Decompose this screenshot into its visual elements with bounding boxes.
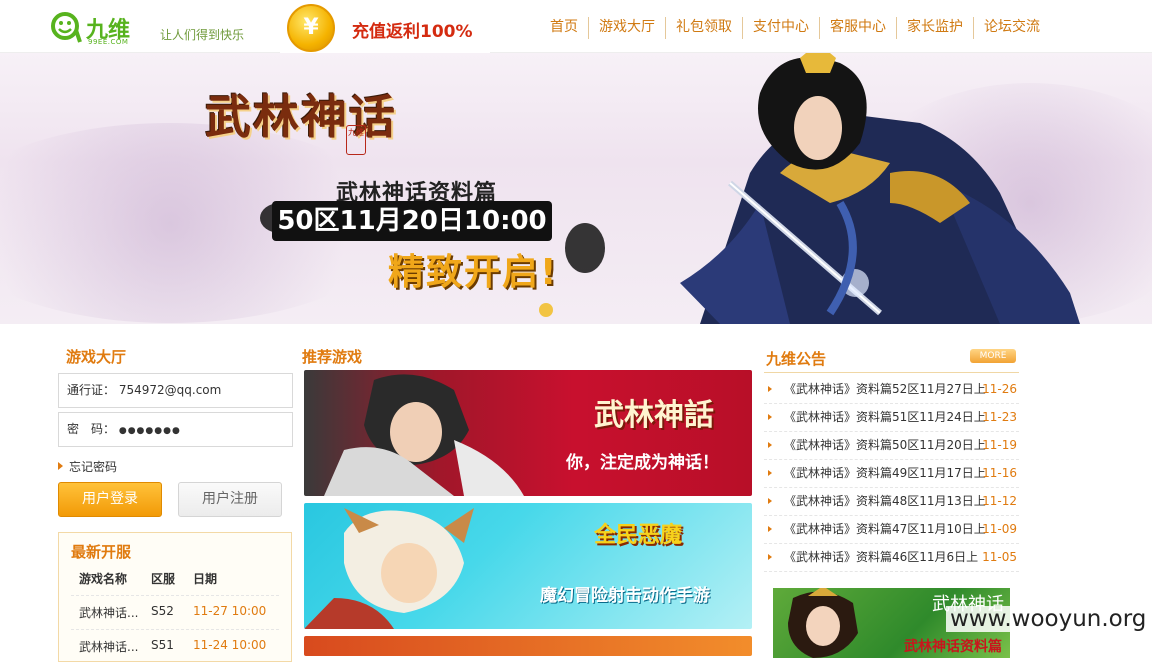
section-title-recommend: 推荐游戏 (302, 348, 363, 366)
main-nav: 首页 游戏大厅 礼包领取 支付中心 客服中心 家长监护 论坛交流 (540, 17, 1050, 39)
announcement-date: 11-09 (982, 522, 1017, 536)
register-button[interactable]: 用户注册 (178, 482, 282, 517)
smiley-logo-icon (51, 12, 82, 43)
wulin-character-art (324, 374, 524, 496)
demon-logo: 全民恶魔 (594, 522, 683, 548)
announcement-title: 《武林神话》资料篇51区11月24日上 (784, 410, 986, 424)
hero-character-illustration (680, 53, 1080, 324)
announcement-item[interactable]: 《武林神话》资料篇52区11月27日上 11-26 (764, 376, 1019, 404)
ink-splash (565, 223, 605, 273)
new-servers-title: 最新开服 (71, 543, 132, 561)
section-title-notice: 九维公告 (766, 350, 827, 368)
top-bar: 九维 99EE.COM 让人们得到快乐 ¥ 充值返利100% 首页 游戏大厅 礼… (0, 0, 1152, 53)
announcement-list: 《武林神话》资料篇52区11月27日上 11-26 《武林神话》资料篇51区11月… (764, 376, 1019, 572)
password-field[interactable]: 密 码： ●●●●●●● (58, 412, 293, 447)
account-value: 754972@qq.com (118, 383, 222, 397)
announcement-item[interactable]: 《武林神话》资料篇49区11月17日上 11-16 (764, 460, 1019, 488)
announcement-item[interactable]: 《武林神话》资料篇48区11月13日上 11-12 (764, 488, 1019, 516)
server-id: S51 (151, 638, 174, 652)
server-date: 11-24 10:00 (193, 638, 267, 652)
col-server: 区服 (151, 572, 176, 586)
nav-game-hall[interactable]: 游戏大厅 (588, 17, 665, 39)
announcement-title: 《武林神话》资料篇52区11月27日上 (784, 382, 986, 396)
account-field[interactable]: 通行证： 754972@qq.com (58, 373, 293, 408)
server-game: 武林神话... (79, 640, 139, 654)
carousel-dot-active[interactable] (539, 303, 553, 317)
watermark: www.wooyun.org (946, 606, 1152, 632)
site-logo[interactable]: 九维 99EE.COM (50, 8, 154, 48)
wulin-tagline: 你，注定成为神话！ (566, 453, 719, 473)
promo-text: 充值返利100% (352, 22, 473, 42)
nav-payment[interactable]: 支付中心 (742, 17, 819, 39)
announcement-date: 11-12 (982, 494, 1017, 508)
recharge-promo[interactable]: ¥ 充值返利100% (280, 0, 490, 53)
banner-open-text: 精致开启! (388, 252, 559, 293)
forgot-password-link[interactable]: 忘记密码 (58, 458, 117, 475)
announcement-date: 11-26 (982, 382, 1017, 396)
announcement-date: 11-16 (982, 466, 1017, 480)
nav-support[interactable]: 客服中心 (819, 17, 896, 39)
announcement-date: 11-05 (982, 550, 1017, 564)
game-card-demon[interactable]: 全民恶魔 魔幻冒险射击动作手游 (304, 503, 752, 629)
server-id: S52 (151, 604, 174, 618)
banner-date: 50区11月20日10:00 (272, 201, 552, 241)
coin-icon: ¥ (287, 4, 335, 52)
announcement-title: 《武林神话》资料篇47区11月10日上 (784, 522, 986, 536)
account-label: 通行证： (67, 383, 116, 397)
banner-seal: 九维 (346, 125, 366, 155)
announcement-item[interactable]: 《武林神话》资料篇51区11月24日上 11-23 (764, 404, 1019, 432)
server-game: 武林神话... (79, 606, 139, 620)
logo-domain: 99EE.COM (88, 38, 129, 46)
server-row[interactable]: 武林神话... S52 11-27 10:00 (71, 595, 279, 621)
section-title-game-hall: 游戏大厅 (66, 348, 127, 366)
col-game-name: 游戏名称 (79, 572, 128, 586)
nav-forum[interactable]: 论坛交流 (973, 17, 1050, 39)
title-divider (764, 372, 1019, 373)
announcement-date: 11-23 (982, 410, 1017, 424)
announcement-title: 《武林神话》资料篇46区11月6日上 (784, 550, 979, 564)
col-date: 日期 (193, 572, 218, 586)
servers-header: 游戏名称 区服 日期 (71, 570, 279, 587)
new-servers-panel: 最新开服 游戏名称 区服 日期 武林神话... S52 11-27 10:00 … (58, 532, 292, 662)
nav-home[interactable]: 首页 (540, 17, 588, 39)
announcement-item[interactable]: 《武林神话》资料篇47区11月10日上 11-09 (764, 516, 1019, 544)
hero-banner[interactable]: 武林神话 九维 武林神话资料篇 50区11月20日10:00 精致开启! (0, 53, 1152, 324)
demon-tagline: 魔幻冒险射击动作手游 (540, 586, 710, 606)
ad-character-art (788, 588, 858, 658)
nav-gift[interactable]: 礼包领取 (665, 17, 742, 39)
more-button[interactable]: MORE (970, 349, 1016, 363)
password-value: ●●●●●●● (118, 426, 181, 436)
announcement-title: 《武林神话》资料篇50区11月20日上 (784, 438, 986, 452)
announcement-title: 《武林神话》资料篇48区11月13日上 (784, 494, 986, 508)
announcement-item[interactable]: 《武林神话》资料篇50区11月20日上 11-19 (764, 432, 1019, 460)
nav-parental[interactable]: 家长监护 (896, 17, 973, 39)
ad-subtitle: 武林神话资料篇 (904, 639, 1002, 655)
slogan: 让人们得到快乐 (160, 28, 245, 42)
game-card-third[interactable] (304, 636, 752, 656)
server-row[interactable]: 武林神话... S51 11-24 10:00 (71, 629, 279, 655)
wulin-logo: 武林神話 (594, 398, 714, 433)
game-card-wulin[interactable]: 武林神話 你，注定成为神话！ (304, 370, 752, 496)
demon-character-art (304, 508, 474, 629)
banner-game-title: 武林神话 (205, 90, 397, 144)
login-button[interactable]: 用户登录 (58, 482, 162, 517)
announcement-date: 11-19 (982, 438, 1017, 452)
announcement-item[interactable]: 《武林神话》资料篇46区11月6日上 11-05 (764, 544, 1019, 572)
server-date: 11-27 10:00 (193, 604, 267, 618)
announcement-title: 《武林神话》资料篇49区11月17日上 (784, 466, 986, 480)
password-label: 密 码： (67, 422, 116, 436)
